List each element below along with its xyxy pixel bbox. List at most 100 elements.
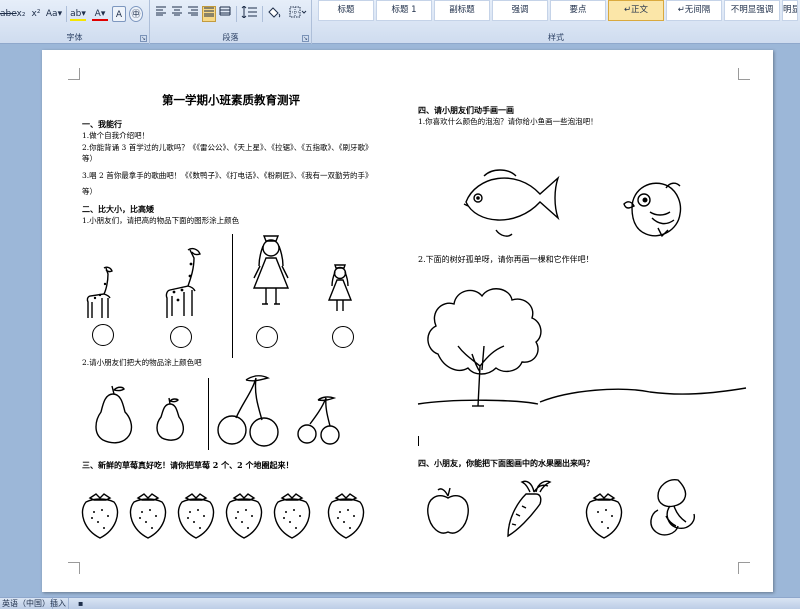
style-emphasis[interactable]: 强调: [492, 0, 548, 21]
separator: [262, 6, 263, 22]
insert-mode-indicator[interactable]: 插入: [48, 598, 69, 609]
align-left-icon: [156, 6, 166, 16]
tree-scene-drawing: [417, 288, 747, 407]
carrot-drawing: [507, 480, 552, 538]
text-line: 1.你喜欢什么颜色的泡泡？请你给小鱼画一些泡泡吧！: [418, 117, 598, 126]
answer-circle[interactable]: [256, 326, 278, 348]
picture-divider: [208, 378, 209, 450]
ribbon: abe x₂ x² Aa▾ ab▾ A▾ A ㊥ 字体 ↘ 段落 ↘ 样式 标题…: [0, 0, 800, 44]
strikethrough-button[interactable]: abe: [0, 6, 17, 22]
separator: [236, 6, 237, 22]
crop-mark: [738, 68, 750, 80]
style-strong[interactable]: 要点: [550, 0, 606, 21]
section-heading: 三、新鲜的草莓真好吃！请你把草莓 2 个、2 个地圈起来！: [82, 460, 294, 470]
style-no-spacing[interactable]: ↵无间隔: [666, 0, 722, 21]
document-title: 第一学期小班素质教育测评: [162, 93, 300, 107]
char-shading-button[interactable]: A: [112, 6, 126, 22]
text-cursor: [418, 436, 419, 446]
styles-gallery: 标题 标题 1 副标题 强调 要点 ↵正文 ↵无间隔 不明显强调 明显强调: [318, 0, 800, 22]
align-right-button[interactable]: [186, 6, 200, 22]
font-color-label: A▾: [94, 9, 106, 19]
cabbage-drawing: [650, 479, 695, 536]
text-line: 2.你能背诵 3 首学过的儿歌吗？《《雷公公》、《天上星》、《拉锯》、《五指歌》…: [82, 143, 373, 152]
answer-circle[interactable]: [170, 326, 192, 348]
answer-circle[interactable]: [332, 326, 354, 348]
strawberries-row: [81, 493, 365, 539]
font-color-button[interactable]: A▾: [90, 6, 110, 22]
paragraph-group-label: 段落: [222, 33, 239, 42]
section-heading: 一、我能行: [82, 119, 122, 129]
section-heading: 四、请小朋友们动手画一画: [418, 105, 514, 115]
font-group-label: 字体: [66, 33, 83, 42]
change-case-button[interactable]: Aa▾: [44, 6, 64, 22]
small-giraffe-drawing: [86, 266, 113, 318]
separator: [66, 6, 67, 22]
align-center-button[interactable]: [170, 6, 184, 22]
text-line: 1.小朋友们，请把高的物品下面的图形涂上颜色: [82, 216, 240, 225]
style-title[interactable]: 标题: [318, 0, 374, 21]
crop-mark: [68, 562, 80, 574]
font-group: abe x₂ x² Aa▾ ab▾ A▾ A ㊥ 字体 ↘: [0, 0, 150, 44]
crop-mark: [738, 562, 750, 574]
align-right-icon: [188, 6, 198, 16]
style-subtle-emphasis[interactable]: 不明显强调: [724, 0, 780, 21]
section-heading: 二、比大小，比高矮: [82, 204, 154, 214]
strawberry-2: [129, 493, 167, 539]
strawberry-1: [81, 493, 119, 539]
text-line: 等）: [82, 187, 97, 196]
strawberry-single-drawing: [585, 493, 623, 539]
text-line: 3.唱 2 首你最拿手的歌曲吧！《《数鸭子》、《打电话》、《粉刷匠》、《我有一双…: [82, 171, 373, 180]
macro-record-icon[interactable]: ▪: [76, 598, 88, 609]
section-heading: 四、小朋友，你能把下面图画中的水果圈出来吗？: [418, 458, 594, 468]
style-subtitle[interactable]: 副标题: [434, 0, 490, 21]
strawberry-3: [177, 493, 215, 539]
text-line: 等）: [82, 154, 97, 163]
justify-button[interactable]: [202, 6, 216, 22]
font-dialog-launcher[interactable]: ↘: [140, 35, 147, 42]
big-pear-drawing: [95, 385, 133, 444]
answer-circle[interactable]: [92, 324, 114, 346]
strawberry-4: [225, 493, 263, 539]
distribute-icon: [219, 6, 231, 16]
text-line: 2.下面的树好孤单呀，请你再画一棵和它作伴吧！: [418, 255, 594, 264]
borders-icon: [289, 6, 307, 18]
picture-divider: [232, 234, 233, 358]
borders-button[interactable]: [288, 6, 308, 22]
small-pear-drawing: [156, 397, 185, 441]
enclosed-char-button[interactable]: ㊥: [129, 6, 143, 22]
short-nurse-drawing: [327, 264, 353, 311]
text-line: 1.做个自我介绍吧！: [82, 131, 150, 140]
justify-icon: [204, 7, 214, 17]
distribute-button[interactable]: [218, 6, 232, 22]
language-indicator[interactable]: 英语（中国）: [0, 598, 53, 609]
highlight-label: ab▾: [70, 9, 86, 19]
document-page[interactable]: 第一学期小班素质教育测评 一、我能行 1.做个自我介绍吧！ 2.你能背诵 3 首…: [42, 50, 773, 592]
highlight-swatch: [70, 19, 86, 21]
line-spacing-button[interactable]: [239, 5, 259, 22]
paragraph-dialog-launcher[interactable]: ↘: [302, 35, 309, 42]
style-intense-emphasis[interactable]: 明显强调: [782, 0, 798, 21]
shading-button[interactable]: [265, 6, 285, 22]
font-color-swatch: [92, 19, 108, 21]
small-cherries-drawing: [297, 396, 340, 445]
strawberry-5: [273, 493, 311, 539]
big-cherries-drawing: [217, 375, 279, 447]
align-center-icon: [172, 6, 182, 16]
paint-bucket-icon: [268, 7, 281, 18]
styles-group-label: 样式: [548, 33, 564, 42]
line-spacing-icon: [241, 5, 257, 19]
align-left-button[interactable]: [154, 6, 168, 22]
apple-drawing: [427, 487, 469, 534]
style-normal[interactable]: ↵正文: [608, 0, 664, 21]
subscript-button[interactable]: x₂: [14, 6, 28, 22]
status-bar: 英语（中国） 插入 ▪: [0, 597, 800, 609]
superscript-button[interactable]: x²: [29, 6, 43, 22]
crop-mark: [68, 68, 80, 80]
fish-front-drawing: [623, 182, 682, 238]
style-heading-1[interactable]: 标题 1: [376, 0, 432, 21]
paragraph-group: 段落 ↘: [150, 0, 312, 44]
highlight-button[interactable]: ab▾: [68, 6, 88, 22]
text-line: 2.请小朋友们把大的物品涂上颜色吧: [82, 358, 202, 367]
tall-giraffe-drawing: [165, 247, 201, 318]
document-canvas[interactable]: 第一学期小班素质教育测评 一、我能行 1.做个自我介绍吧！ 2.你能背诵 3 首…: [0, 44, 800, 597]
